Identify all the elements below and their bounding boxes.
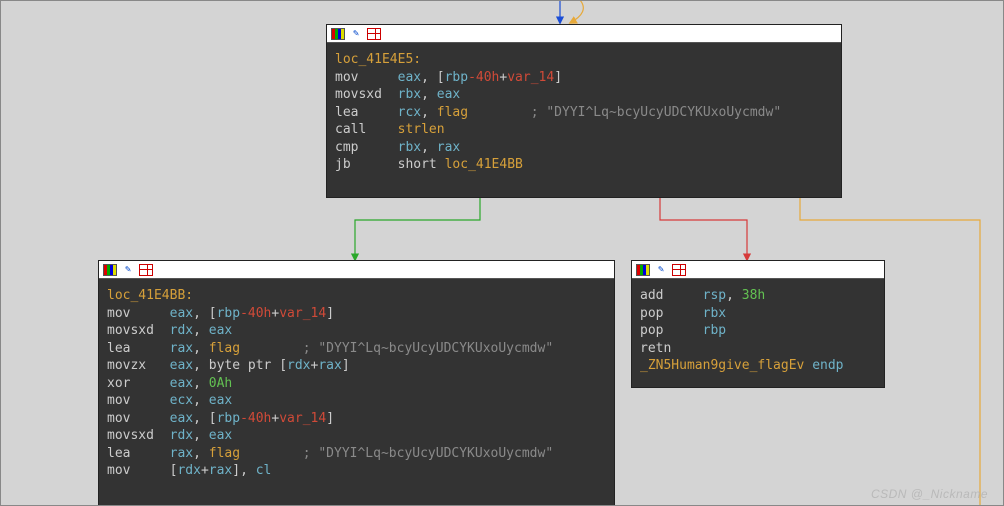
bb-loc-41E4BB[interactable]: loc_41E4BB: mov eax, [rbp-40h+var_14] mo… xyxy=(98,260,615,506)
label: loc_41E4BB: xyxy=(107,288,193,303)
disasm-body: add rsp, 38h pop rbx pop rbp retn _ZN5Hu… xyxy=(632,279,884,387)
label: loc_41E4E5: xyxy=(335,52,421,67)
graph-canvas[interactable]: loc_41E4E5: mov eax, [rbp-40h+var_14] mo… xyxy=(0,0,1004,506)
disasm-body: loc_41E4E5: mov eax, [rbp-40h+var_14] mo… xyxy=(327,43,841,197)
color-swatch-icon[interactable] xyxy=(636,264,650,276)
table-icon[interactable] xyxy=(672,264,686,276)
bb-loc-41E4E5[interactable]: loc_41E4E5: mov eax, [rbp-40h+var_14] mo… xyxy=(326,24,842,198)
pencil-icon[interactable] xyxy=(349,27,363,41)
node-titlebar[interactable] xyxy=(327,25,841,43)
watermark: CSDN @_Nickname xyxy=(871,488,988,500)
color-swatch-icon[interactable] xyxy=(103,264,117,276)
bb-endp[interactable]: add rsp, 38h pop rbx pop rbp retn _ZN5Hu… xyxy=(631,260,885,388)
pencil-icon[interactable] xyxy=(121,263,135,277)
table-icon[interactable] xyxy=(139,264,153,276)
color-swatch-icon[interactable] xyxy=(331,28,345,40)
node-titlebar[interactable] xyxy=(632,261,884,279)
pencil-icon[interactable] xyxy=(654,263,668,277)
node-titlebar[interactable] xyxy=(99,261,614,279)
table-icon[interactable] xyxy=(367,28,381,40)
disasm-body: loc_41E4BB: mov eax, [rbp-40h+var_14] mo… xyxy=(99,279,614,505)
